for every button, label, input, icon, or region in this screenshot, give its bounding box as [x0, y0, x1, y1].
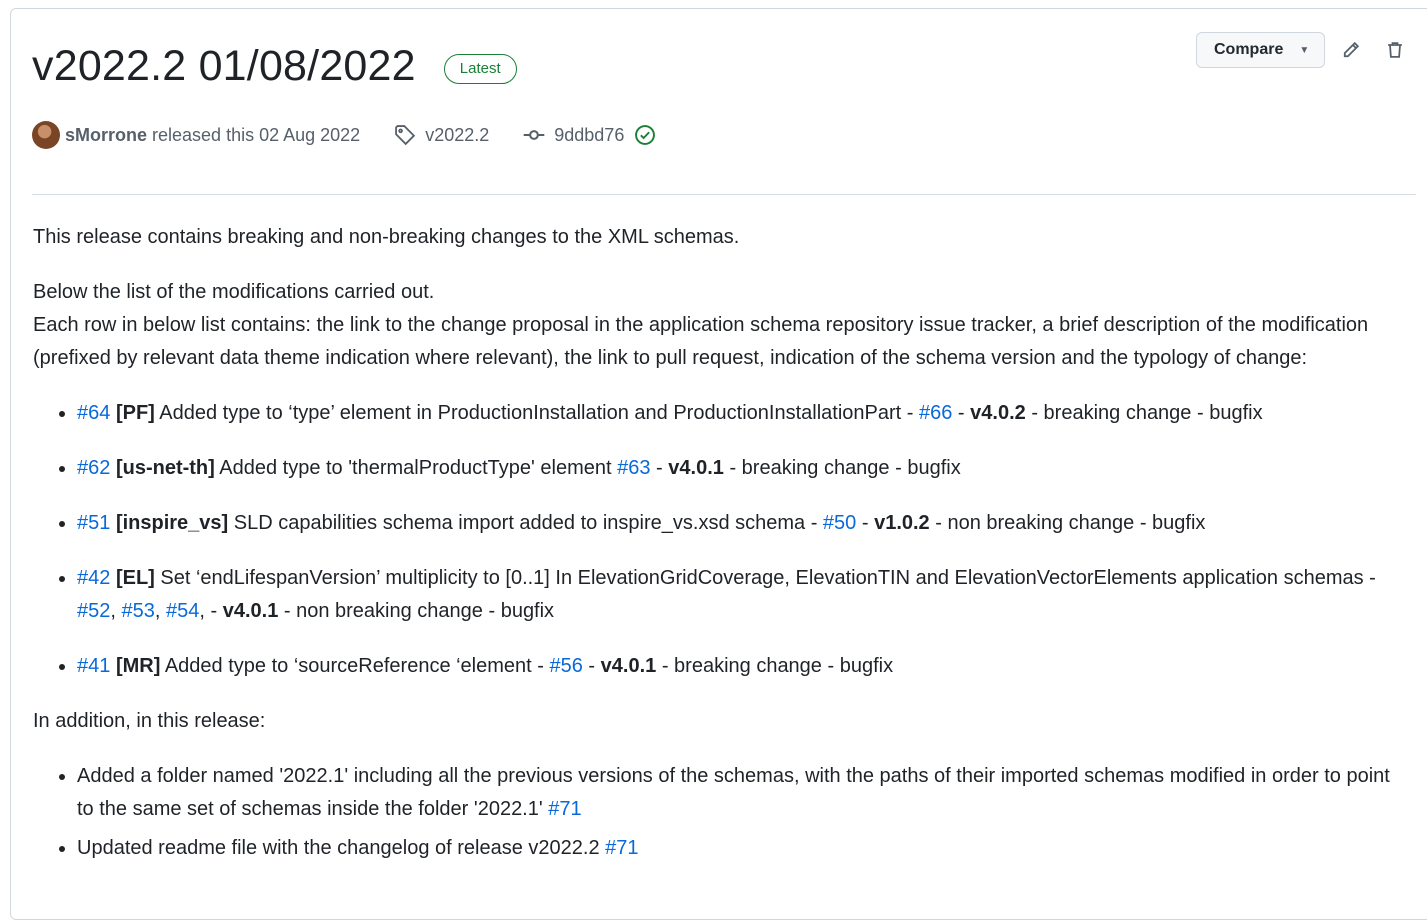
issue-link[interactable]: #62: [77, 457, 110, 479]
list-item: #62 [us-net-th] Added type to 'thermalPr…: [77, 452, 1403, 485]
change-type: - breaking change - bugfix: [656, 655, 894, 677]
release-title[interactable]: v2022.2 01/08/2022: [32, 40, 416, 92]
change-description: Added type to 'thermalProductType' eleme…: [214, 457, 618, 479]
change-description: Added type to ‘sourceReference ‘element …: [160, 655, 550, 677]
schema-version: v4.0.1: [222, 600, 279, 622]
theme-tag: [PF]: [115, 402, 155, 424]
list-intro-line-2: Each row in below list contains: the lin…: [33, 314, 1369, 369]
list-item: #42 [EL] Set ‘endLifespanVersion’ multip…: [77, 562, 1403, 628]
issue-link[interactable]: #64: [77, 402, 110, 424]
list-item: Added a folder named '2022.1' including …: [77, 760, 1403, 826]
git-commit-icon: [523, 130, 545, 140]
avatar[interactable]: [32, 121, 60, 149]
release-header: v2022.2 01/08/2022 Latest: [32, 40, 517, 92]
list-item: #51 [inspire_vs] SLD capabilities schema…: [77, 507, 1403, 540]
addition-text: Added a folder named '2022.1' including …: [77, 765, 1390, 820]
theme-tag: [EL]: [115, 567, 155, 589]
pr-link[interactable]: #53: [122, 600, 155, 622]
pr-link[interactable]: #71: [605, 837, 638, 859]
issue-link[interactable]: #41: [77, 655, 110, 677]
release-meta: sMorrone released this 02 Aug 2022 v2022…: [32, 121, 665, 149]
theme-tag: [MR]: [115, 655, 161, 677]
issue-link[interactable]: #42: [77, 567, 110, 589]
changes-list: #64 [PF] Added type to ‘type’ element in…: [33, 397, 1403, 683]
pr-link[interactable]: #66: [919, 402, 952, 424]
change-type: - breaking change - bugfix: [1025, 402, 1263, 424]
schema-version: v4.0.1: [600, 655, 657, 677]
divider: [32, 194, 1416, 195]
commit-link[interactable]: 9ddbd76: [523, 124, 665, 146]
pr-link[interactable]: #50: [823, 512, 856, 534]
change-type: - breaking change - bugfix: [723, 457, 961, 479]
change-type: - non breaking change - bugfix: [929, 512, 1206, 534]
addition-text: Updated readme file with the changelog o…: [77, 837, 606, 859]
tag-label: v2022.2: [425, 124, 490, 145]
additions-list: Added a folder named '2022.1' including …: [33, 760, 1403, 865]
commit-label: 9ddbd76: [554, 124, 625, 145]
tag-link[interactable]: v2022.2: [394, 124, 489, 146]
pencil-icon[interactable]: [1341, 40, 1361, 60]
list-item: #64 [PF] Added type to ‘type’ element in…: [77, 397, 1403, 430]
addition-intro: In addition, in this release:: [33, 710, 266, 732]
change-description: Set ‘endLifespanVersion’ multiplicity to…: [154, 567, 1376, 589]
pr-link[interactable]: #71: [548, 798, 581, 820]
author-link[interactable]: sMorrone: [65, 125, 147, 146]
list-intro: Below the list of the modifications carr…: [33, 276, 1403, 375]
schema-version: v4.0.2: [970, 402, 1026, 424]
compare-button[interactable]: Compare ▼: [1196, 32, 1325, 68]
theme-tag: [us-net-th]: [115, 457, 215, 479]
theme-tag: [inspire_vs]: [115, 512, 229, 534]
change-type: - non breaking change - bugfix: [278, 600, 555, 622]
tag-icon: [395, 125, 416, 146]
issue-link[interactable]: #51: [77, 512, 110, 534]
list-intro-line-1: Below the list of the modifications carr…: [33, 281, 435, 303]
pr-link[interactable]: #52: [77, 600, 110, 622]
release-actions: Compare ▼: [1196, 32, 1405, 68]
latest-badge: Latest: [443, 54, 517, 84]
list-item: #41 [MR] Added type to ‘sourceReference …: [77, 650, 1403, 683]
pr-link[interactable]: #54: [166, 600, 199, 622]
pr-link[interactable]: #63: [617, 457, 650, 479]
change-description: SLD capabilities schema import added to …: [228, 512, 823, 534]
released-text: released this 02 Aug 2022: [152, 124, 361, 145]
change-description: Added type to ‘type’ element in Producti…: [154, 402, 919, 424]
chevron-down-icon: ▼: [1299, 44, 1310, 56]
compare-label: Compare: [1214, 41, 1284, 58]
list-item: Updated readme file with the changelog o…: [77, 832, 1403, 865]
schema-version: v1.0.2: [874, 512, 930, 534]
pr-link[interactable]: #56: [550, 655, 583, 677]
release-notes: This release contains breaking and non-b…: [33, 221, 1403, 887]
trash-icon[interactable]: [1385, 40, 1405, 60]
intro-text: This release contains breaking and non-b…: [33, 226, 740, 248]
check-circle-icon: [635, 125, 656, 145]
schema-version: v4.0.1: [668, 457, 724, 479]
